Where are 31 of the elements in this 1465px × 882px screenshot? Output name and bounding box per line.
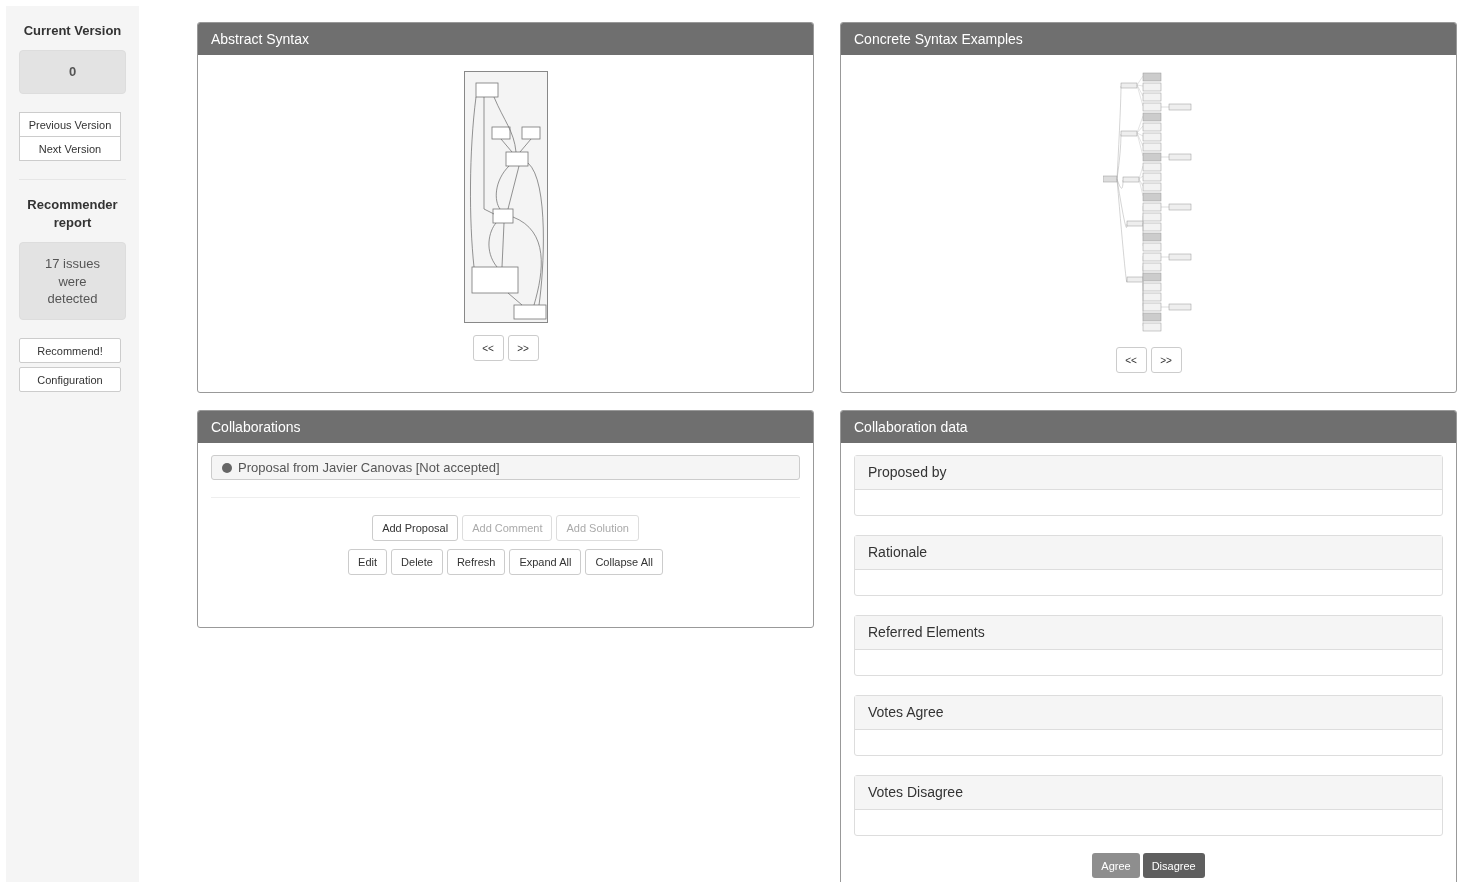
action-button[interactable]: Collapse All: [585, 549, 663, 575]
pager-button[interactable]: >>: [507, 335, 539, 361]
pager-button[interactable]: <<: [1115, 347, 1147, 373]
vote-button[interactable]: Disagree: [1142, 853, 1205, 878]
version-button[interactable]: Previous Version: [19, 112, 121, 137]
action-button[interactable]: Expand All: [509, 549, 582, 575]
field-label: Votes Disagree: [855, 776, 1442, 810]
version-number: 0: [19, 50, 126, 94]
action-button[interactable]: Refresh: [446, 549, 506, 575]
report-button[interactable]: Configuration: [19, 367, 121, 392]
proposal-text: Proposal from Javier Canovas [Not accepted]: [238, 460, 500, 475]
bullet-icon: [222, 462, 232, 473]
panel-title: Collaborations: [198, 411, 813, 443]
panel-title: Abstract Syntax: [198, 23, 813, 55]
field-label: Proposed by: [855, 456, 1442, 490]
pager-button[interactable]: <<: [472, 335, 504, 361]
panel-title: Concrete Syntax Examples: [841, 23, 1456, 55]
action-button[interactable]: Delete: [391, 549, 443, 575]
issues-summary: 17 issues were detected: [19, 242, 126, 320]
section-title: Recommender report: [26, 196, 119, 232]
action-button[interactable]: Add Proposal: [372, 515, 459, 541]
report-button[interactable]: Recommend!: [19, 338, 121, 363]
panel-title: Collaboration data: [841, 411, 1456, 443]
field-label: Votes Agree: [855, 696, 1442, 730]
field-label: Rationale: [855, 536, 1442, 570]
pager-button[interactable]: >>: [1150, 347, 1182, 373]
section-title: Current Version: [22, 22, 123, 40]
field-label: Referred Elements: [855, 616, 1442, 650]
action-button[interactable]: Edit: [348, 549, 388, 575]
version-button[interactable]: Next Version: [19, 136, 121, 161]
proposal-item[interactable]: Proposal from Javier Canovas [Not accepted]: [211, 455, 800, 480]
